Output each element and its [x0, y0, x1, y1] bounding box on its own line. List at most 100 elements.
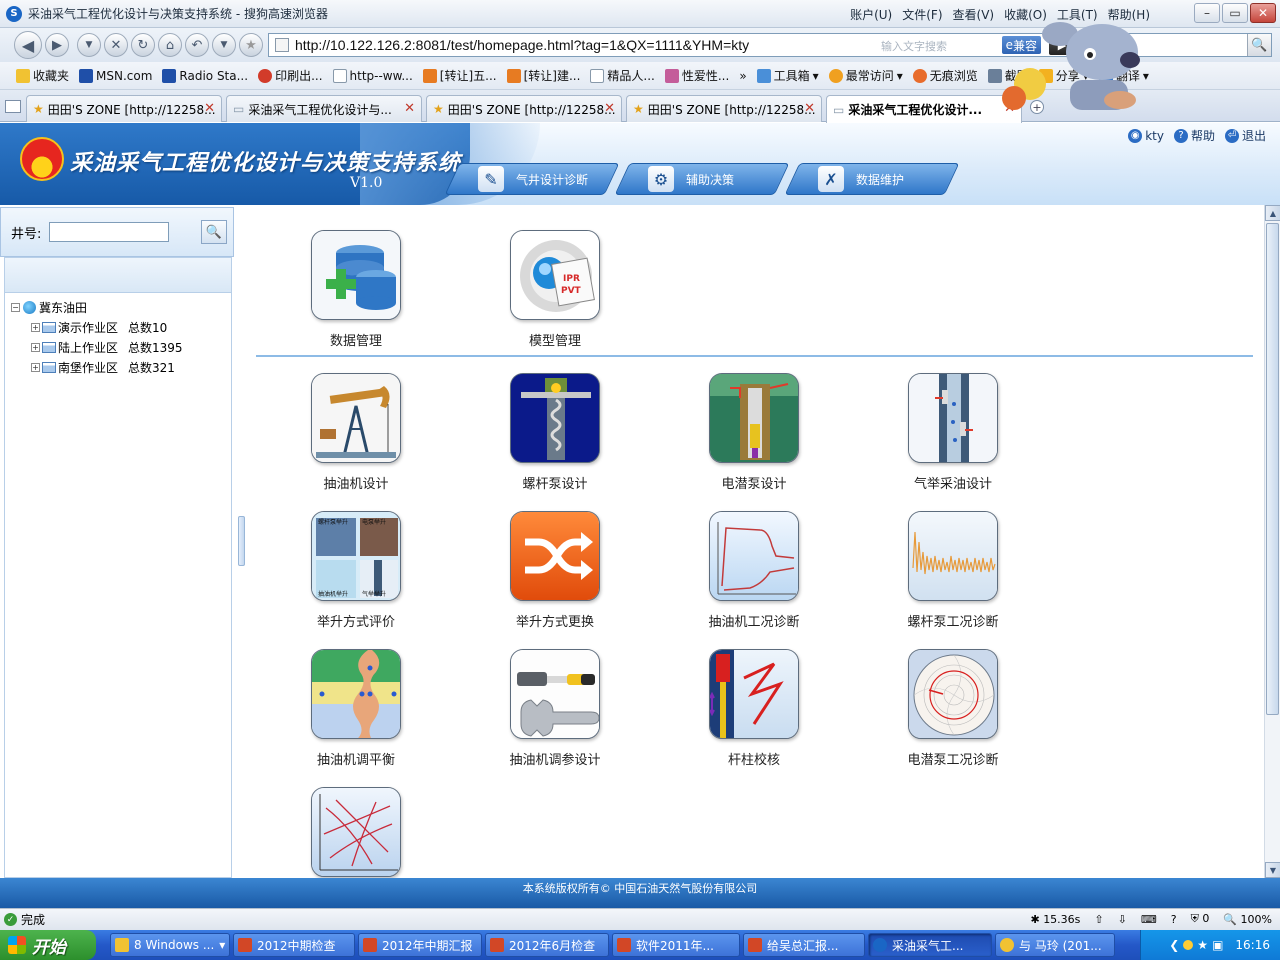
search-box[interactable]: S 🔍	[1082, 33, 1272, 57]
back-button[interactable]: ◀	[14, 31, 42, 59]
compat-mode-button[interactable]: e 兼容	[1001, 36, 1041, 54]
menu-tools[interactable]: 工具(T)	[1057, 6, 1098, 23]
expand-icon[interactable]: +	[31, 362, 40, 372]
module-data-management[interactable]: 数据管理	[276, 230, 436, 349]
refresh-button[interactable]: ↻	[131, 33, 155, 57]
collapse-icon[interactable]: −	[11, 302, 20, 312]
clock[interactable]: 16:16	[1235, 938, 1270, 952]
favorites-folder[interactable]: 收藏夹	[16, 67, 69, 84]
taskbar-item[interactable]: 2012年中期汇报	[358, 933, 482, 957]
incognito-button[interactable]: 无痕浏览	[912, 67, 978, 84]
taskbar-item[interactable]: 2012年6月检查	[485, 933, 609, 957]
module-pump-jack-balance[interactable]: 抽油机调平衡	[276, 649, 436, 768]
tree-item[interactable]: + 陆上作业区 总数1395	[5, 337, 231, 357]
nav-tab-well-design[interactable]: ✎ 气井设计诊断	[444, 163, 620, 195]
help-icon[interactable]: ?	[1171, 913, 1177, 926]
well-search-button[interactable]: 🔍	[201, 220, 227, 244]
fav-radio[interactable]: Radio Sta...	[162, 68, 248, 83]
scroll-thumb[interactable]	[1266, 223, 1279, 715]
taskbar-item[interactable]: 8 Windows ... ▾	[110, 933, 230, 957]
screenshot-button[interactable]: 截图	[987, 67, 1029, 84]
logout-link[interactable]: ⏎ 退出	[1224, 127, 1266, 144]
home-button[interactable]: ⌂	[158, 33, 182, 57]
fav-http[interactable]: http--ww...	[332, 68, 413, 83]
history-dropdown-button[interactable]: ▼	[77, 33, 101, 57]
fav-print[interactable]: 印刷出...	[258, 67, 323, 84]
qq-icon[interactable]	[1183, 940, 1194, 950]
zoom-level[interactable]: 🔍 100%	[1223, 913, 1272, 926]
tree-item[interactable]: + 演示作业区 总数10	[5, 317, 231, 337]
module-esp-diagnosis[interactable]: 电潜泵工况诊断	[873, 649, 1033, 768]
minimize-button[interactable]: –	[1194, 3, 1220, 23]
fav-premium[interactable]: 精品人...	[590, 67, 655, 84]
network-icon[interactable]: ▣	[1212, 938, 1223, 952]
taskbar-item-active[interactable]: 采油采气工...	[868, 933, 992, 957]
menu-account[interactable]: 账户(U)	[850, 6, 892, 23]
content-scrollbar[interactable]: ▲ ▼	[1264, 205, 1280, 878]
menu-favorites[interactable]: 收藏(O)	[1004, 6, 1047, 23]
module-gas-lift-design[interactable]: 气举采油设计	[873, 373, 1033, 492]
favorite-star-button[interactable]: ★	[239, 33, 263, 57]
expand-icon[interactable]: +	[31, 322, 40, 332]
undo-close-button[interactable]: ↶	[185, 33, 209, 57]
toolbox-button[interactable]: 工具箱 ▾	[756, 67, 819, 84]
taskbar-item[interactable]: 与 马玲 (201...	[995, 933, 1115, 957]
star-tray-icon[interactable]: ★	[1197, 938, 1208, 952]
browser-tab[interactable]: ▭ 采油采气工程优化设计与... ✕	[226, 95, 422, 122]
browser-tab[interactable]: ★ 田田'S ZONE [http://12258... ✕	[426, 95, 622, 122]
close-tab-icon[interactable]: ✕	[1004, 101, 1015, 116]
scroll-down-button[interactable]: ▼	[1265, 862, 1280, 878]
search-button[interactable]: 🔍	[1247, 34, 1271, 56]
shield-icon[interactable]: ⛨ 0	[1191, 912, 1210, 926]
close-tab-icon[interactable]: ✕	[204, 101, 215, 116]
module-esp-design[interactable]: 电潜泵设计	[674, 373, 834, 492]
module-screw-pump-design[interactable]: 螺杆泵设计	[475, 373, 635, 492]
taskbar-item[interactable]: 2012中期检查	[233, 933, 355, 957]
load-time[interactable]: ✱ 15.36s	[1030, 913, 1080, 926]
fav-msn[interactable]: MSN.com	[79, 68, 152, 83]
nav-tab-decision-support[interactable]: ⚙ 辅助决策	[614, 163, 790, 195]
menu-help[interactable]: 帮助(H)	[1108, 6, 1150, 23]
module-rod-check[interactable]: 杆柱校核	[674, 649, 834, 768]
tree-root[interactable]: − 冀东油田	[5, 297, 231, 317]
scroll-up-button[interactable]: ▲	[1265, 205, 1280, 221]
fav-sex[interactable]: 性爱性...	[664, 67, 729, 84]
undo-dropdown-button[interactable]: ▼	[212, 33, 236, 57]
taskbar-item[interactable]: 软件2011年...	[612, 933, 740, 957]
close-tab-icon[interactable]: ✕	[804, 101, 815, 116]
browser-tab[interactable]: ★ 田田'S ZONE [http://12258... ✕	[26, 95, 222, 122]
module-lift-evaluation[interactable]: 螺杆泵举升 电泵举升 抽油机举升 气举举升 举升方式评价	[276, 511, 436, 630]
upload-icon[interactable]: ⇧	[1094, 913, 1103, 926]
module-pump-jack-design[interactable]: 抽油机设计	[276, 373, 436, 492]
forward-button[interactable]: ▶	[45, 33, 69, 57]
close-tab-icon[interactable]: ✕	[604, 101, 615, 116]
address-url[interactable]: http://10.122.126.2:8081/test/homepage.h…	[295, 37, 749, 53]
go-button[interactable]: ▶	[1049, 35, 1075, 55]
module-screw-pump-diagnosis[interactable]: 螺杆泵工况诊断	[873, 511, 1033, 630]
start-button[interactable]: 开始	[0, 930, 96, 960]
address-bar[interactable]: http://10.122.126.2:8081/test/homepage.h…	[268, 33, 1078, 57]
close-window-button[interactable]: ✕	[1250, 3, 1276, 23]
translate-button[interactable]: 翻译 ▾	[1098, 67, 1149, 84]
tree-item[interactable]: + 南堡作业区 总数321	[5, 357, 231, 377]
module-nomogram[interactable]	[276, 787, 436, 878]
expand-icon[interactable]: +	[31, 342, 40, 352]
menu-file[interactable]: 文件(F)	[902, 6, 942, 23]
maximize-button[interactable]: ▭	[1222, 3, 1248, 23]
fav-transfer-1[interactable]: [转让]五...	[422, 67, 497, 84]
user-account-link[interactable]: ◉ kty	[1128, 128, 1164, 143]
taskbar-item[interactable]: 给吴总汇报...	[743, 933, 865, 957]
module-model-management[interactable]: IPR PVT 模型管理	[475, 230, 635, 349]
panel-collapse-handle[interactable]	[238, 516, 245, 566]
fav-transfer-2[interactable]: [转让]建...	[506, 67, 580, 84]
browser-tab-active[interactable]: ▭ 采油采气工程优化设计... ✕	[826, 95, 1022, 123]
stop-button[interactable]: ✕	[104, 33, 128, 57]
tray-expand-icon[interactable]: ❮	[1169, 938, 1179, 952]
help-link[interactable]: ? 帮助	[1173, 127, 1215, 144]
browser-tab[interactable]: ★ 田田'S ZONE [http://12258... ✕	[626, 95, 822, 122]
module-pump-jack-diagnosis[interactable]: 抽油机工况诊断	[674, 511, 834, 630]
share-button[interactable]: 分享 ▾	[1038, 67, 1089, 84]
keyboard-icon[interactable]: ⌨	[1141, 913, 1157, 926]
most-visited-button[interactable]: 最常访问 ▾	[828, 67, 903, 84]
close-tab-icon[interactable]: ✕	[404, 101, 415, 116]
